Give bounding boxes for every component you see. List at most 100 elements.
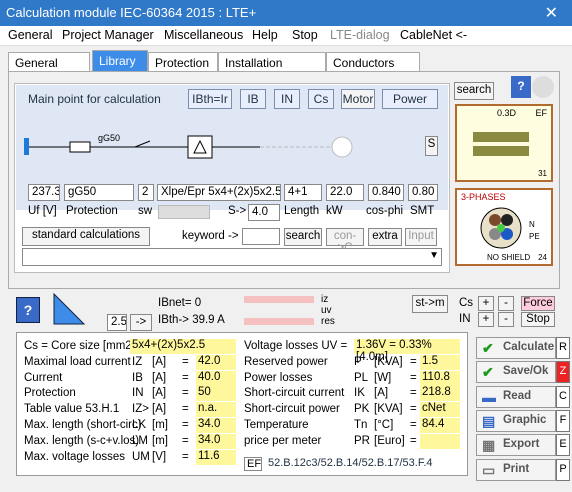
- length-code-field[interactable]: 4+1: [284, 184, 322, 201]
- motor-button[interactable]: Motor: [341, 89, 375, 109]
- s-field[interactable]: 4.0: [248, 204, 280, 221]
- left-row-label: Max. length (s-c+v.los): [24, 434, 140, 447]
- sw-field[interactable]: 2: [138, 184, 154, 201]
- kw-field[interactable]: 22.0: [326, 184, 364, 201]
- action-label: Read: [503, 389, 532, 402]
- cosphi-field[interactable]: 0.840: [368, 184, 404, 201]
- left-row-sym: IN: [132, 387, 144, 400]
- left-row-unit: [A]: [152, 355, 167, 368]
- title-bar: Calculation module IEC-60364 2015 : LTE+…: [0, 0, 572, 26]
- shortcut-key[interactable]: C: [556, 385, 570, 408]
- smt-field[interactable]: 0.80: [408, 184, 438, 201]
- circuit-diagram: [24, 135, 353, 159]
- cs-minus-button[interactable]: -: [498, 296, 514, 311]
- right-row-label: price per meter: [244, 434, 322, 447]
- shortcut-key[interactable]: Z: [556, 361, 570, 384]
- right-row-sym: Tn: [354, 419, 368, 431]
- right-row-label: Temperature: [244, 419, 309, 431]
- installation-image[interactable]: 0.3D EF 31: [455, 104, 553, 182]
- menu-general[interactable]: General: [8, 28, 52, 42]
- in-plus-button[interactable]: +: [478, 312, 494, 327]
- ib-button[interactable]: IB: [240, 89, 266, 109]
- search-keyword-button[interactable]: search: [284, 228, 322, 246]
- con-c-button[interactable]: con->C: [326, 228, 364, 254]
- tab-general-page[interactable]: General page: [8, 52, 90, 84]
- in-label: IN: [459, 313, 471, 325]
- right-row-unit: [Euro]: [374, 434, 405, 447]
- force-button[interactable]: Force: [521, 296, 555, 311]
- tab-conductors[interactable]: Conductors: [326, 52, 420, 72]
- menu-miscellaneous[interactable]: Miscellaneous: [164, 28, 243, 42]
- uf-field[interactable]: 237.3: [28, 184, 60, 201]
- fuse-symbol: [69, 141, 91, 153]
- value-field[interactable]: 2.5: [107, 314, 127, 331]
- chevron-down-icon[interactable]: ▼: [429, 250, 439, 261]
- left-row-label: Cs = Core size [mm2]: [24, 340, 135, 352]
- cable-field[interactable]: Xlpe/Epr 5x4+(2x)5x2.5 (: [157, 184, 281, 201]
- read-button[interactable]: ▬ Read: [476, 385, 556, 408]
- help-icon[interactable]: ?: [511, 76, 531, 98]
- pe-label: PE: [529, 232, 540, 241]
- menu-lte-dialog[interactable]: LTE-dialog: [330, 28, 390, 42]
- graphic-button[interactable]: ▤ Graphic: [476, 409, 556, 432]
- shortcut-key[interactable]: R: [556, 337, 570, 359]
- noshield-label: NO SHIELD: [487, 253, 531, 262]
- print-button[interactable]: ▭ Print: [476, 458, 556, 481]
- sw-label: sw: [138, 205, 153, 217]
- menu-cablenet[interactable]: CableNet <-: [400, 28, 467, 42]
- in-minus-button[interactable]: -: [498, 312, 514, 327]
- left-row-value: 34.0: [196, 433, 236, 449]
- shortcut-key[interactable]: E: [556, 434, 570, 457]
- s-label: S->: [228, 205, 247, 217]
- st-m-button[interactable]: st->m: [412, 295, 448, 313]
- shortcut-key[interactable]: F: [556, 409, 570, 432]
- left-row-sym: LK: [132, 419, 147, 431]
- cs-button[interactable]: Cs: [308, 89, 334, 109]
- ef-reference: 52.B.12c3/52.B.14/52.B.17/53.F.4: [268, 457, 433, 469]
- result-dropdown[interactable]: ▼: [22, 248, 442, 266]
- eye-icon[interactable]: [532, 76, 554, 98]
- tab-library[interactable]: Library: [92, 50, 148, 72]
- keyword-input[interactable]: [242, 228, 280, 245]
- save-ok-button[interactable]: ✔ Save/Ok: [476, 361, 556, 384]
- cs-label: Cs: [459, 297, 474, 309]
- source-bar: [24, 138, 29, 155]
- left-row-label: Protection: [24, 387, 76, 400]
- in-button[interactable]: IN: [274, 89, 300, 109]
- search-button[interactable]: search: [454, 82, 494, 100]
- menu-project-manager[interactable]: Project Manager: [62, 28, 154, 42]
- input-button[interactable]: Input: [405, 228, 437, 246]
- standard-calculations-button[interactable]: standard calculations: [22, 227, 150, 246]
- shortcut-key[interactable]: P: [556, 458, 570, 481]
- right-row-sym: PK: [354, 403, 370, 416]
- action-icon: ▬: [482, 388, 496, 405]
- iz-bar: [244, 296, 314, 303]
- action-icon: ▤: [482, 412, 496, 429]
- ibth-label: IBth-> 39.9 A: [158, 314, 225, 326]
- main-point-label: Main point for calculation: [28, 92, 161, 106]
- right-row-value: 1.5: [420, 354, 460, 370]
- right-row-value: 110.8: [420, 370, 460, 386]
- ibth-ir-button[interactable]: IBth=Ir: [188, 89, 232, 109]
- kw-label: kW: [326, 205, 343, 217]
- close-icon[interactable]: ✕: [545, 3, 558, 23]
- tab-protection[interactable]: Protection: [148, 52, 218, 72]
- phases-image[interactable]: 3-PHASES N PE NO SHIELD 24: [455, 188, 553, 266]
- action-label: Export: [503, 438, 540, 451]
- power-button[interactable]: Power: [382, 89, 438, 109]
- menu-stop[interactable]: Stop: [292, 28, 318, 42]
- left-row-label: Table value 53.H.1: [24, 403, 120, 416]
- menu-help[interactable]: Help: [252, 28, 278, 42]
- extra-button[interactable]: extra: [368, 228, 402, 246]
- export-button[interactable]: ▦ Export: [476, 434, 556, 457]
- protection-field[interactable]: gG50: [64, 184, 134, 201]
- help-icon[interactable]: ?: [16, 297, 40, 323]
- cs-plus-button[interactable]: +: [478, 296, 494, 311]
- tab-installation-method[interactable]: Installation method: [218, 52, 326, 84]
- n-label: N: [529, 220, 535, 229]
- s-button[interactable]: S: [425, 136, 438, 156]
- stop-button[interactable]: Stop: [521, 312, 555, 327]
- calculate-button[interactable]: ✔ Calculate: [476, 337, 556, 359]
- arrow-button[interactable]: ->: [130, 314, 152, 331]
- left-row-value: 5x4+(2x)5x2.5: [130, 339, 236, 354]
